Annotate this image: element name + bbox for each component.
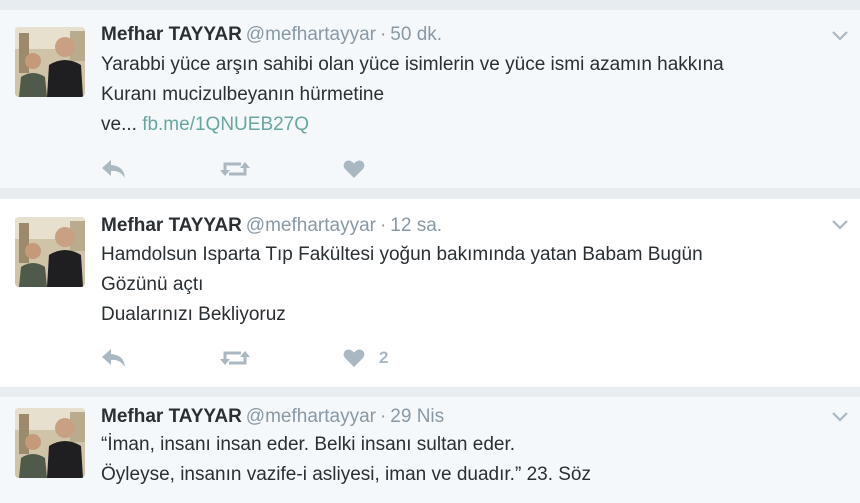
author-name[interactable]: Mefhar TAYYAR xyxy=(101,215,242,236)
chevron-down-icon[interactable] xyxy=(832,28,848,41)
heart-icon xyxy=(343,160,365,178)
truncated-text: ve... xyxy=(101,114,137,135)
reply-icon xyxy=(102,349,125,367)
separator: · xyxy=(379,24,387,45)
timeline: Mefhar TAYYAR @mefhartayyar · 50 dk. Yarabb… xyxy=(0,0,860,503)
tweet-text-line: Yarabbi yüce arşın sahibi olan yüce isim… xyxy=(101,54,724,75)
tweet-timestamp[interactable]: 29 Nis xyxy=(390,406,444,427)
separator: · xyxy=(379,406,387,427)
tweet[interactable]: Mefhar TAYYAR @mefhartayyar · 12 sa. Hamdol… xyxy=(0,199,860,387)
tweet-text-line: Hamdolsun Isparta Tıp Fakültesi yoğun ba… xyxy=(101,244,703,265)
reply-icon xyxy=(102,160,125,178)
tweet-timestamp[interactable]: 50 dk. xyxy=(390,24,442,45)
author-name[interactable]: Mefhar TAYYAR xyxy=(101,406,242,427)
retweet-button[interactable] xyxy=(219,157,251,181)
retweet-button[interactable] xyxy=(219,346,251,370)
avatar[interactable] xyxy=(15,408,85,478)
tweet-text-line: Gözünü açtı xyxy=(101,274,204,295)
tweet-header: Mefhar TAYYAR @mefhartayyar · 29 Nis xyxy=(101,405,444,429)
like-count: 2 xyxy=(379,348,389,367)
reply-button[interactable] xyxy=(101,157,127,181)
tweet[interactable]: Mefhar TAYYAR @mefhartayyar · 50 dk. Yarabb… xyxy=(0,10,860,188)
tweet-text-line: Öyleyse, insanın vazife-i asliyesi, iman… xyxy=(101,464,592,485)
tweet-timestamp[interactable]: 12 sa. xyxy=(390,215,442,236)
like-button[interactable]: 2 xyxy=(343,346,388,370)
retweet-icon xyxy=(220,162,250,176)
separator: · xyxy=(379,215,387,236)
chevron-down-icon[interactable] xyxy=(832,409,848,422)
tweet-text: Yarabbi yüce arşın sahibi olan yüce isim… xyxy=(101,50,841,140)
chevron-down-icon[interactable] xyxy=(832,217,848,230)
tweet[interactable]: Mefhar TAYYAR @mefhartayyar · 29 Nis “İman,… xyxy=(0,397,860,503)
avatar[interactable] xyxy=(15,27,85,97)
tweet-text-line: Dualarınızı Bekliyoruz xyxy=(101,304,286,325)
tweet-header: Mefhar TAYYAR @mefhartayyar · 50 dk. xyxy=(101,23,442,47)
tweet-text-line: Kuranı mucizulbeyanın hürmetine xyxy=(101,84,385,105)
author-handle[interactable]: @mefhartayyar xyxy=(246,24,376,45)
heart-icon xyxy=(343,349,365,367)
tweet-text: “İman, insanı insan eder. Belki insanı s… xyxy=(101,430,841,490)
retweet-icon xyxy=(220,351,250,365)
avatar[interactable] xyxy=(15,217,85,287)
author-name[interactable]: Mefhar TAYYAR xyxy=(101,24,242,45)
tweet-link[interactable]: fb.me/1QNUEB27Q xyxy=(142,114,309,135)
tweet-header: Mefhar TAYYAR @mefhartayyar · 12 sa. xyxy=(101,214,442,238)
tweet-text: Hamdolsun Isparta Tıp Fakültesi yoğun ba… xyxy=(101,240,841,330)
author-handle[interactable]: @mefhartayyar xyxy=(246,406,376,427)
like-button[interactable] xyxy=(343,157,379,181)
tweet-text-line: “İman, insanı insan eder. Belki insanı s… xyxy=(101,434,516,455)
tweet-text-line: ve... fb.me/1QNUEB27Q xyxy=(101,110,841,140)
reply-button[interactable] xyxy=(101,346,127,370)
author-handle[interactable]: @mefhartayyar xyxy=(246,215,376,236)
